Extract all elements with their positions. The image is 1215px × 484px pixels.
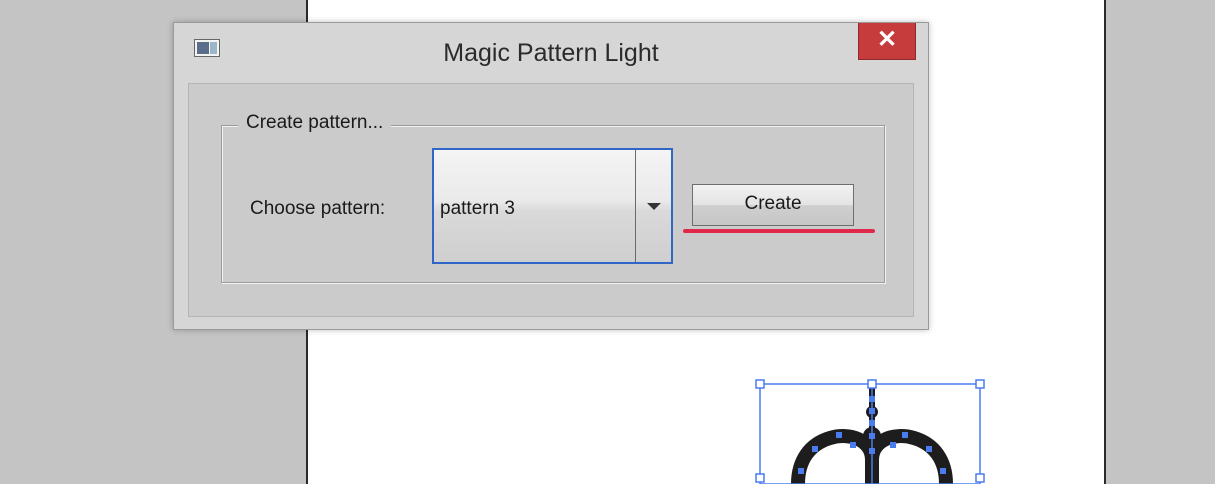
pattern-dropdown-value: pattern 3	[440, 198, 515, 219]
close-button[interactable]: ✕	[858, 23, 916, 60]
chevron-down-icon	[647, 203, 661, 210]
annotation-underline	[683, 229, 875, 233]
create-pattern-group: Create pattern... Choose pattern: patter…	[221, 112, 885, 283]
dialog-title: Magic Pattern Light	[443, 39, 659, 67]
magic-pattern-dialog: Magic Pattern Light ✕ Create pattern... …	[173, 22, 929, 330]
close-icon: ✕	[876, 26, 898, 53]
create-button[interactable]: Create	[692, 184, 854, 226]
dialog-body: Create pattern... Choose pattern: patter…	[188, 83, 914, 317]
dropdown-toggle[interactable]	[635, 150, 671, 262]
group-title: Create pattern...	[238, 112, 392, 134]
title-bar[interactable]: Magic Pattern Light ✕	[174, 23, 928, 83]
selected-pattern-artwork[interactable]	[740, 370, 1000, 484]
choose-pattern-label: Choose pattern:	[250, 198, 386, 219]
pattern-dropdown[interactable]: pattern 3	[432, 148, 673, 264]
